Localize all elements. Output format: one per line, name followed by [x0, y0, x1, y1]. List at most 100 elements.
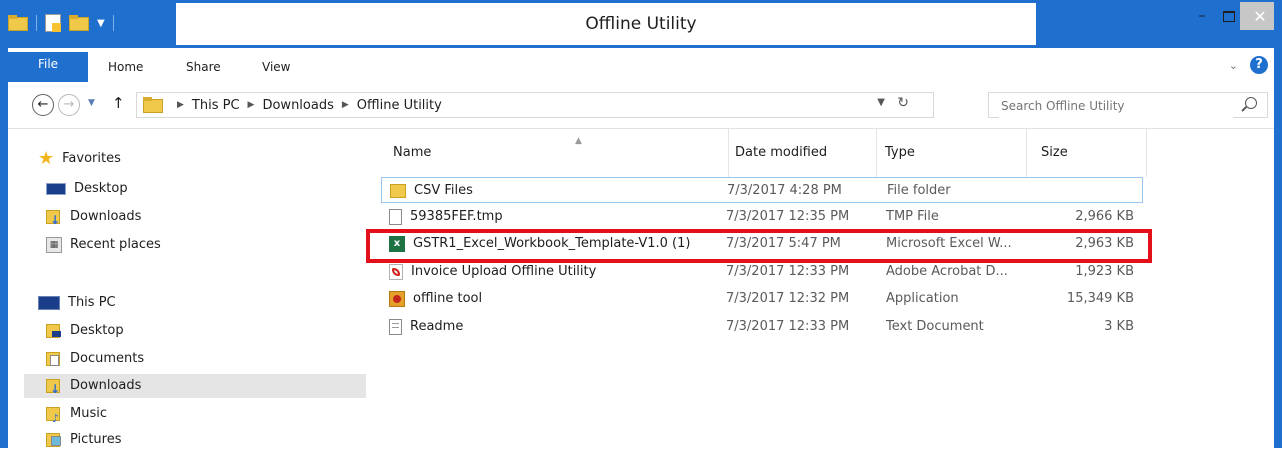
desktop-folder-icon: [46, 323, 62, 339]
sidebar-item-label: Documents: [70, 351, 145, 366]
column-header-label: Date modified: [735, 145, 828, 160]
excel-icon: x: [389, 236, 405, 252]
table-row[interactable]: Invoice Upload Offline Utility 7/3/2017 …: [381, 259, 1143, 285]
file-size: 3 KB: [1104, 319, 1134, 334]
sidebar-item-label: Music: [70, 406, 107, 421]
sidebar-item-label: Desktop: [74, 181, 128, 196]
music-folder-icon: [46, 406, 62, 431]
sidebar-item-pictures[interactable]: Pictures: [46, 428, 121, 452]
sidebar-item-label: Favorites: [62, 151, 121, 166]
file-name: GSTR1_Excel_Workbook_Template-V1.0 (1): [413, 236, 691, 251]
file-size: 15,349 KB: [1066, 291, 1134, 306]
breadcrumb-separator-icon[interactable]: ▶: [177, 100, 184, 110]
file-name: Readme: [410, 319, 464, 334]
recent-locations-chevron-icon[interactable]: ▼: [88, 98, 95, 108]
address-history-chevron-icon[interactable]: ▼: [877, 97, 885, 108]
sidebar-item-music[interactable]: Music: [46, 402, 107, 431]
file-size: [1037, 178, 1135, 204]
breadcrumb-downloads[interactable]: Downloads: [262, 98, 333, 113]
recent-places-icon: ▦: [46, 237, 62, 253]
file-type: Adobe Acrobat D...: [886, 264, 1008, 279]
customize-toolbar-chevron-icon[interactable]: ▼: [97, 18, 105, 29]
file-name: offline tool: [413, 291, 483, 306]
file-date: 7/3/2017 12:32 PM: [726, 291, 850, 306]
sidebar-this-pc[interactable]: This PC: [38, 291, 116, 315]
search-icon[interactable]: [1245, 97, 1257, 109]
navigation-pane: ★ Favorites Desktop Downloads ▦ Recent p…: [8, 129, 372, 448]
tab-file[interactable]: File: [8, 52, 88, 82]
toolbar-separator: [112, 15, 114, 31]
file-name: Invoice Upload Offline Utility: [411, 264, 597, 279]
breadcrumb-this-pc[interactable]: This PC: [192, 98, 240, 113]
file-date: 7/3/2017 12:35 PM: [726, 209, 850, 224]
file-name: 59385FEF.tmp: [410, 209, 503, 224]
breadcrumb-offline-utility[interactable]: Offline Utility: [357, 98, 442, 113]
breadcrumb-separator-icon[interactable]: ▶: [248, 100, 255, 110]
folder-icon: [390, 184, 406, 198]
downloads-folder-icon: [46, 377, 62, 401]
file-list: ▲ Name Date modified Type Size CSV Files…: [373, 129, 1273, 448]
this-pc-icon: [38, 296, 60, 310]
file-size: 2,963 KB: [1075, 236, 1134, 251]
table-row[interactable]: CSV Files 7/3/2017 4:28 PM File folder: [381, 177, 1143, 203]
sidebar-item-pc-downloads[interactable]: Downloads: [24, 374, 366, 401]
sidebar-item-label: This PC: [68, 295, 116, 310]
close-icon: ✕: [1253, 6, 1267, 26]
table-row[interactable]: offline tool 7/3/2017 12:32 PM Applicati…: [381, 286, 1143, 312]
file-type: File folder: [887, 183, 951, 198]
application-icon: [389, 291, 405, 307]
pictures-folder-icon: [46, 432, 62, 448]
toolbar-separator: [36, 15, 37, 31]
table-row[interactable]: Readme 7/3/2017 12:33 PM Text Document 3…: [381, 314, 1143, 340]
column-header-type[interactable]: Type: [877, 129, 1027, 177]
sidebar-favorites[interactable]: ★ Favorites: [38, 147, 121, 171]
breadcrumb-separator-icon[interactable]: ▶: [342, 100, 349, 110]
sort-ascending-icon: ▲: [575, 136, 582, 146]
file-size: 2,966 KB: [1075, 209, 1134, 224]
table-row[interactable]: x GSTR1_Excel_Workbook_Template-V1.0 (1) …: [381, 231, 1143, 257]
search-input[interactable]: [999, 94, 1233, 118]
properties-icon[interactable]: [45, 14, 61, 32]
back-button[interactable]: ←: [32, 94, 54, 116]
minimize-button[interactable]: –: [1188, 2, 1216, 30]
file-date: 7/3/2017 12:33 PM: [726, 319, 850, 334]
file-type: TMP File: [886, 209, 939, 224]
column-header-label: Type: [885, 145, 915, 160]
desktop-icon: [46, 183, 66, 195]
address-bar[interactable]: ▶ This PC ▶ Downloads ▶ Offline Utility …: [136, 92, 934, 118]
sidebar-item-recent-places[interactable]: ▦ Recent places: [46, 233, 161, 257]
sidebar-item-label: Downloads: [70, 378, 142, 393]
tab-share[interactable]: Share: [186, 54, 221, 80]
sidebar-item-label: Recent places: [70, 237, 161, 252]
sidebar-item-desktop[interactable]: Desktop: [46, 177, 128, 201]
table-row[interactable]: 59385FEF.tmp 7/3/2017 12:35 PM TMP File …: [381, 204, 1143, 230]
sidebar-item-label: Pictures: [70, 432, 122, 447]
minimize-icon: –: [1198, 8, 1206, 24]
column-header-date-modified[interactable]: Date modified: [727, 129, 877, 177]
new-folder-icon[interactable]: [69, 15, 89, 31]
sidebar-item-downloads[interactable]: Downloads: [46, 205, 141, 232]
help-icon[interactable]: ?: [1250, 56, 1268, 74]
file-type: Application: [886, 291, 959, 306]
file-date: 7/3/2017 12:33 PM: [726, 264, 850, 279]
refresh-icon[interactable]: ↻: [897, 95, 909, 111]
forward-button[interactable]: →: [58, 94, 80, 116]
sidebar-item-label: Desktop: [70, 323, 124, 338]
search-box[interactable]: [988, 92, 1268, 118]
tab-view[interactable]: View: [262, 54, 290, 80]
tab-home[interactable]: Home: [108, 54, 143, 80]
file-name: CSV Files: [414, 183, 473, 198]
pdf-icon: [389, 264, 403, 280]
sidebar-item-documents[interactable]: Documents: [46, 347, 144, 371]
up-button[interactable]: ↑: [112, 94, 125, 112]
documents-folder-icon: [46, 351, 62, 367]
column-header-name[interactable]: ▲ Name: [385, 129, 729, 177]
sidebar-item-pc-desktop[interactable]: Desktop: [46, 319, 124, 343]
ribbon-right-controls: ⌄ ?: [1229, 56, 1268, 74]
column-header-size[interactable]: Size: [1033, 129, 1147, 177]
downloads-folder-icon: [46, 208, 62, 232]
explorer-window: ▼ Offline Utility – ✕ File Home Share Vi…: [0, 0, 1282, 448]
expand-ribbon-chevron-icon[interactable]: ⌄: [1229, 59, 1238, 72]
maximize-button[interactable]: [1216, 2, 1242, 30]
text-document-icon: [389, 319, 402, 335]
